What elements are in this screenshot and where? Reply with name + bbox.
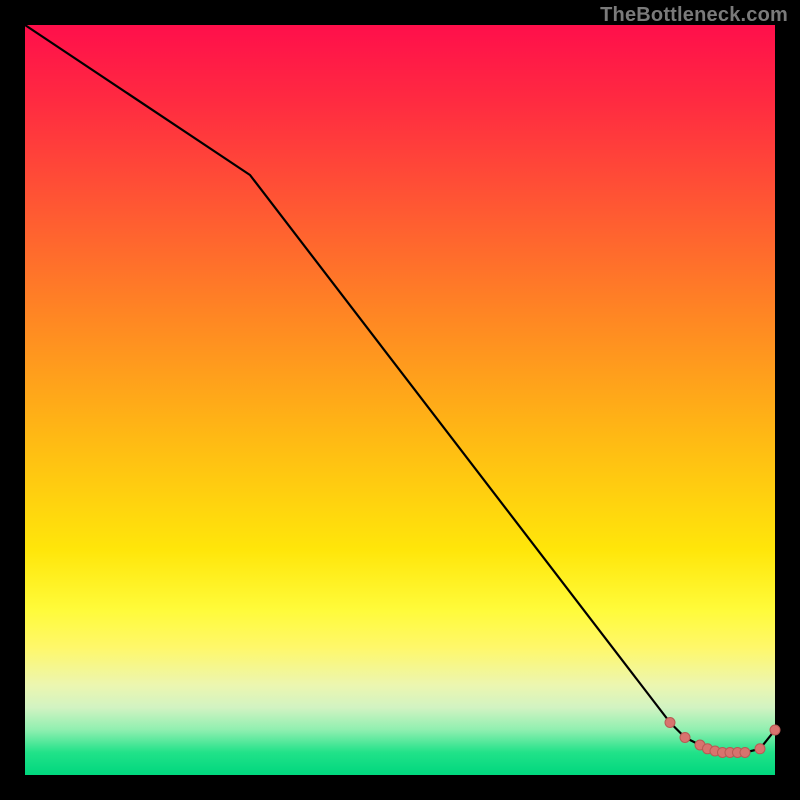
marker-point — [665, 718, 675, 728]
marker-point — [740, 748, 750, 758]
marker-point — [680, 733, 690, 743]
curve-line — [25, 25, 775, 753]
marker-group — [665, 718, 780, 758]
marker-point — [770, 725, 780, 735]
chart-overlay — [25, 25, 775, 775]
marker-point — [755, 744, 765, 754]
watermark-text: TheBottleneck.com — [600, 4, 788, 27]
chart-frame: TheBottleneck.com — [0, 0, 800, 800]
